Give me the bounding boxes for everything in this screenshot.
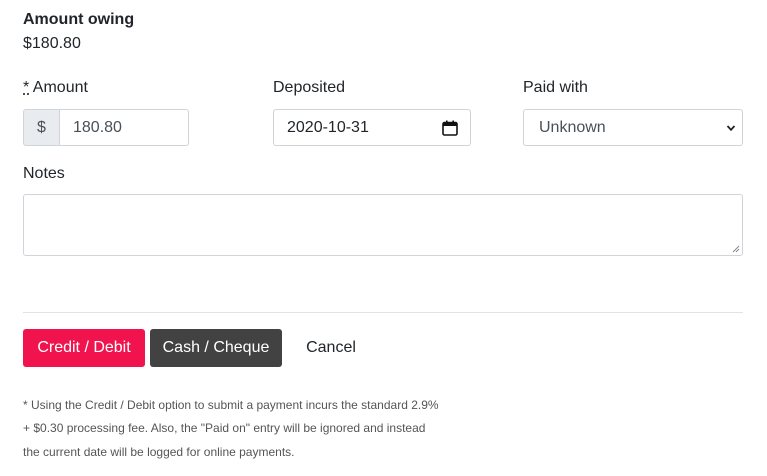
credit-debit-button[interactable]: Credit / Debit bbox=[23, 329, 145, 367]
paid-with-selected-value: Unknown bbox=[539, 118, 606, 136]
amount-owing-value: $180.80 bbox=[23, 35, 81, 52]
notes-textarea[interactable] bbox=[23, 194, 743, 256]
cash-cheque-button[interactable]: Cash / Cheque bbox=[150, 329, 282, 367]
amount-owing-title: Amount owing bbox=[23, 11, 135, 28]
deposited-label: Deposited bbox=[273, 79, 346, 96]
amount-input[interactable] bbox=[60, 109, 189, 146]
deposited-date-input[interactable]: 2020-10-31 bbox=[273, 109, 471, 146]
cancel-button[interactable]: Cancel bbox=[295, 329, 367, 367]
footnote-line-2: + $0.30 processing fee. Also, the "Paid … bbox=[23, 421, 426, 435]
footnote-line-1: * Using the Credit / Debit option to sub… bbox=[23, 398, 439, 412]
currency-addon: $ bbox=[23, 109, 60, 146]
divider bbox=[23, 312, 743, 313]
amount-label-text: Amount bbox=[29, 79, 88, 96]
calendar-icon[interactable] bbox=[442, 120, 458, 136]
amount-label: * Amount bbox=[23, 79, 88, 97]
footnote-line-3: the current date will be logged for onli… bbox=[23, 445, 295, 459]
paid-with-select[interactable]: Unknown bbox=[523, 109, 743, 146]
deposited-date-value: 2020-10-31 bbox=[287, 118, 369, 136]
chevron-down-icon bbox=[726, 124, 736, 131]
paid-with-label: Paid with bbox=[523, 79, 588, 96]
resize-handle-icon[interactable] bbox=[732, 245, 740, 253]
amount-input-group: $ bbox=[23, 109, 189, 146]
notes-label: Notes bbox=[23, 165, 65, 182]
